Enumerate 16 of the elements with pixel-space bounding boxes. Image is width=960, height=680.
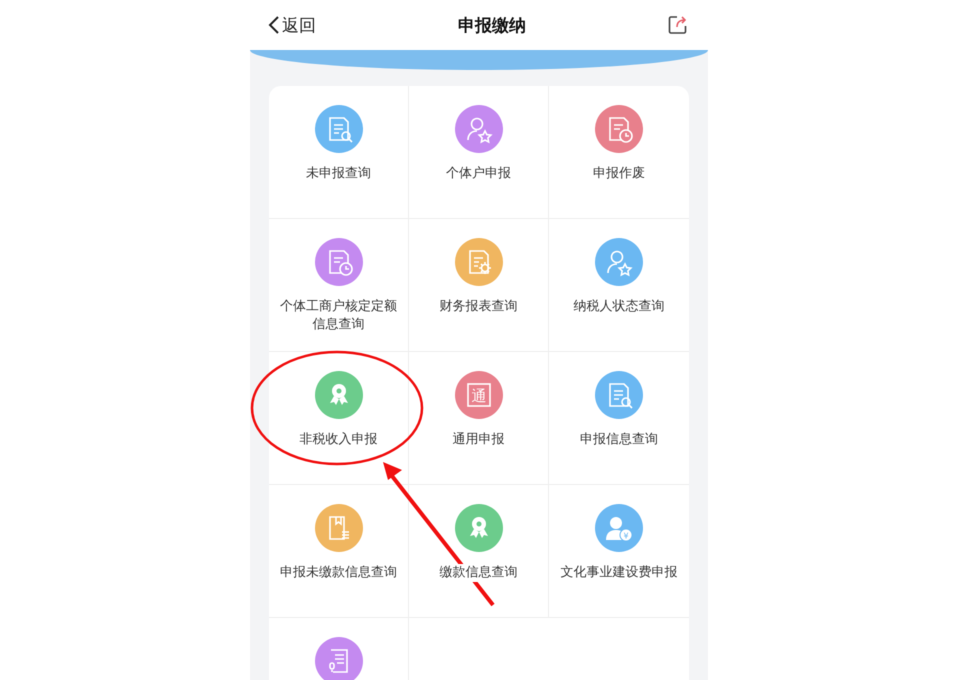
service-tile[interactable]: 缴款信息查询 [409, 485, 549, 618]
service-tile[interactable]: 个体工商户核定定额信息查询 [269, 219, 409, 352]
service-icon: ¥ [595, 504, 643, 552]
service-tile[interactable]: 纳税人状态查询 [549, 219, 689, 352]
service-tile[interactable]: 个体户申报 [409, 86, 549, 219]
service-tile[interactable]: 未申报查询 [269, 86, 409, 219]
service-icon: 通 [454, 371, 502, 419]
service-tile[interactable]: 申报作废 [549, 86, 689, 219]
page-title: 申报缴纳 [458, 14, 526, 36]
back-button[interactable]: 返回 [268, 14, 316, 36]
service-tile[interactable]: 通 通用申报 [409, 352, 549, 485]
service-tile[interactable]: ¥ 文化事业建设费申报 [549, 485, 689, 618]
service-tile[interactable]: 申报未缴款信息查询 [269, 485, 409, 618]
service-tile[interactable]: 申报信息查询 [549, 352, 689, 485]
service-tile[interactable]: 非税收入申报 [269, 352, 409, 485]
service-tile[interactable]: 财务报表查询 [409, 219, 549, 352]
